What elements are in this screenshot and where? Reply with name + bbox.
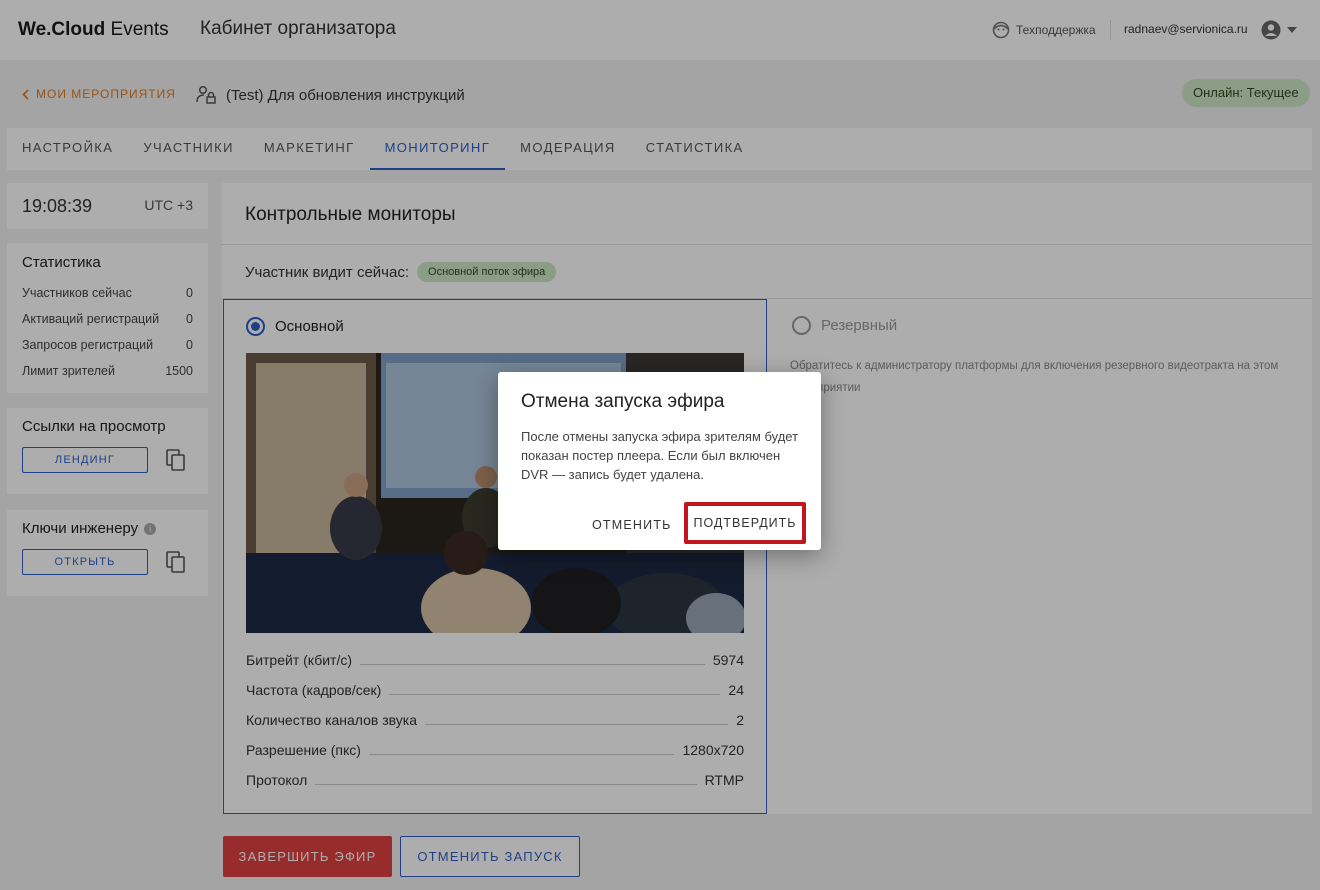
- dialog-cancel-button[interactable]: ОТМЕНИТЬ: [592, 518, 672, 532]
- dialog-text: После отмены запуска эфира зрителям буде…: [521, 429, 799, 482]
- cancel-launch-dialog: Отмена запуска эфира После отмены запуск…: [498, 372, 821, 550]
- dialog-confirm-button[interactable]: ПОДТВЕРДИТЬ: [684, 502, 806, 544]
- dialog-title: Отмена запуска эфира: [521, 391, 725, 412]
